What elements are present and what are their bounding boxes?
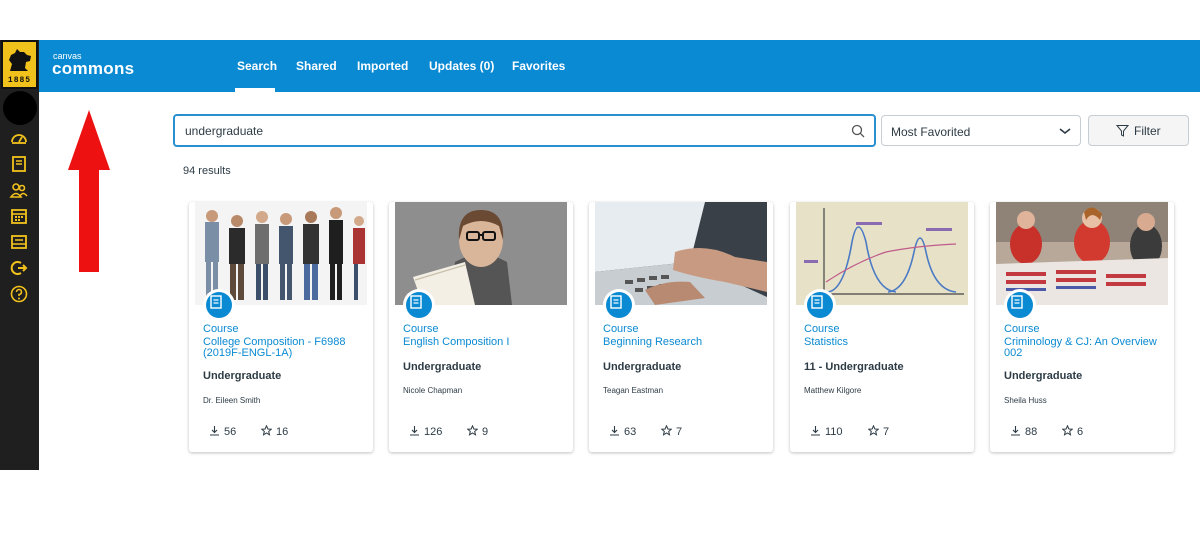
- favorite-count[interactable]: 7: [660, 424, 683, 438]
- course-icon: [210, 295, 222, 309]
- tab-shared[interactable]: Shared: [296, 59, 337, 73]
- tab-favorites[interactable]: Favorites: [512, 59, 565, 73]
- card-title-link[interactable]: College Composition - F6988 (2019F-ENGL-…: [203, 337, 363, 359]
- download-count: 56: [209, 425, 236, 438]
- download-count-value: 110: [825, 426, 843, 438]
- card-author: Sheila Huss: [1004, 396, 1047, 405]
- tab-updates[interactable]: Updates (0): [429, 59, 494, 73]
- favorite-count-value: 16: [276, 426, 289, 438]
- star-icon: [466, 424, 479, 436]
- favorite-count[interactable]: 6: [1061, 424, 1084, 438]
- course-badge: [804, 289, 836, 321]
- course-icon: [811, 295, 823, 309]
- card-level: Undergraduate: [403, 361, 482, 373]
- favorite-count-value: 6: [1077, 426, 1084, 438]
- download-count: 88: [1010, 425, 1037, 438]
- card-level: Undergraduate: [1004, 370, 1083, 382]
- star-icon: [260, 424, 273, 436]
- active-tab-indicator: [235, 88, 275, 92]
- course-badge: [1004, 289, 1036, 321]
- groups-icon[interactable]: [9, 180, 29, 200]
- bulldog-logo-icon: [9, 49, 31, 71]
- card-type: Course: [804, 323, 840, 335]
- card-author: Teagan Eastman: [603, 386, 664, 395]
- resource-card[interactable]: Course Beginning Research Undergraduate …: [589, 202, 773, 452]
- chevron-down-icon: [1059, 128, 1071, 135]
- favorite-count[interactable]: 16: [260, 424, 289, 438]
- commons-header: canvas commons Search Shared Imported Up…: [39, 40, 1200, 92]
- course-badge: [403, 289, 435, 321]
- download-count-value: 88: [1025, 426, 1038, 438]
- card-type: Course: [203, 323, 239, 335]
- card-title-link[interactable]: Beginning Research: [603, 337, 763, 348]
- download-count: 63: [609, 425, 636, 438]
- resource-card[interactable]: Course Statistics 11 - Undergraduate Mat…: [790, 202, 974, 452]
- global-nav-rail: 1885: [0, 40, 39, 470]
- download-icon: [410, 426, 419, 436]
- brand-title[interactable]: commons: [52, 59, 134, 79]
- account-avatar[interactable]: [3, 91, 37, 125]
- resource-card[interactable]: Course College Composition - F6988 (2019…: [189, 202, 373, 452]
- logo-year: 1885: [7, 76, 32, 85]
- resource-card[interactable]: Course Criminology & CJ: An Overview 002…: [990, 202, 1174, 452]
- help-icon[interactable]: [9, 284, 29, 304]
- favorite-count[interactable]: 9: [466, 424, 489, 438]
- course-icon: [1011, 295, 1023, 309]
- card-type: Course: [603, 323, 639, 335]
- tab-search[interactable]: Search: [237, 59, 277, 73]
- download-count-value: 126: [424, 426, 443, 438]
- favorite-count-value: 7: [883, 426, 890, 438]
- inbox-icon[interactable]: [9, 232, 29, 252]
- commons-icon[interactable]: [9, 258, 29, 278]
- screen: 1885 canvas commons Search Shared Import: [0, 0, 1200, 540]
- download-count: 126: [409, 425, 442, 438]
- card-author: Dr. Eileen Smith: [203, 396, 261, 405]
- red-arrow-annotation: [68, 110, 110, 272]
- course-badge: [203, 289, 235, 321]
- download-icon: [811, 426, 820, 436]
- dashboard-icon[interactable]: [9, 128, 29, 148]
- card-level: Undergraduate: [203, 370, 282, 382]
- favorite-count-value: 9: [482, 426, 489, 438]
- course-icon: [610, 295, 622, 309]
- download-count-value: 63: [624, 426, 637, 438]
- courses-icon[interactable]: [9, 154, 29, 174]
- card-author: Nicole Chapman: [403, 386, 463, 395]
- download-icon: [610, 426, 619, 436]
- star-icon: [1061, 424, 1074, 436]
- card-author: Matthew Kilgore: [804, 386, 862, 395]
- calendar-icon[interactable]: [9, 206, 29, 226]
- card-title-link[interactable]: Criminology & CJ: An Overview 002: [1004, 337, 1164, 359]
- search-box[interactable]: [173, 114, 876, 147]
- download-icon: [1011, 426, 1020, 436]
- results-count: 94 results: [183, 165, 231, 177]
- card-level: 11 - Undergraduate: [804, 361, 904, 373]
- resource-card[interactable]: Course English Composition I Undergradua…: [389, 202, 573, 452]
- star-icon: [660, 424, 673, 436]
- course-badge: [603, 289, 635, 321]
- download-count-value: 56: [224, 426, 237, 438]
- download-count: 110: [810, 425, 843, 438]
- funnel-icon: [1116, 125, 1129, 137]
- favorite-count[interactable]: 7: [867, 424, 890, 438]
- sort-select[interactable]: Most Favorited: [881, 115, 1081, 146]
- card-title-link[interactable]: English Composition I: [403, 337, 563, 348]
- filter-button[interactable]: Filter: [1088, 115, 1189, 146]
- tab-imported[interactable]: Imported: [357, 59, 408, 73]
- course-icon: [410, 295, 422, 309]
- filter-label: Filter: [1134, 124, 1161, 138]
- card-type: Course: [1004, 323, 1040, 335]
- card-title-link[interactable]: Statistics: [804, 337, 964, 348]
- favorite-count-value: 7: [676, 426, 683, 438]
- search-icon[interactable]: [851, 124, 865, 138]
- card-level: Undergraduate: [603, 361, 682, 373]
- school-logo[interactable]: 1885: [1, 40, 38, 89]
- search-input[interactable]: [185, 121, 825, 141]
- download-icon: [210, 426, 219, 436]
- card-type: Course: [403, 323, 439, 335]
- sort-selected-value: Most Favorited: [891, 125, 971, 139]
- star-icon: [867, 424, 880, 436]
